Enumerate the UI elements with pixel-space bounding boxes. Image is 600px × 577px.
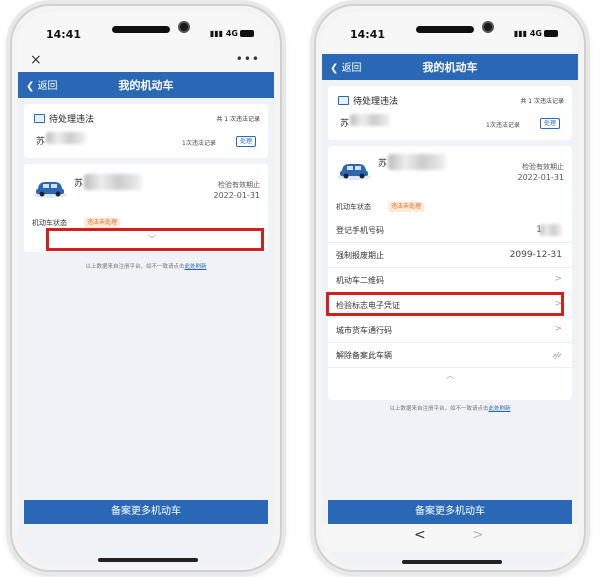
- phone-frame-right: 14:41 ▮▮▮ 4G ❮ 返回 我的机动车 待处理违法 共 1 次违法记录 …: [314, 4, 586, 572]
- phone-frame-left: 14:41 ▮▮▮ 4G × ••• ❮ 返回 我的机动车 待处理违法 共 1 …: [10, 4, 282, 572]
- wechat-title-bar: × •••: [18, 52, 274, 72]
- status-bar: 14:41 ▮▮▮ 4G: [18, 12, 274, 52]
- footnote: 以上数据来自注册平台，如不一致请点击此处刷新: [389, 406, 511, 412]
- camera-icon: [178, 21, 190, 33]
- plate-blur: [388, 154, 446, 170]
- plate-prefix: 苏: [378, 159, 388, 169]
- plate-blur: [46, 132, 86, 144]
- unlink-icon: [552, 351, 562, 360]
- violations-title: 待处理违法: [49, 115, 95, 125]
- plate-prefix: 苏: [74, 179, 84, 189]
- plate-prefix: 苏: [36, 137, 46, 147]
- detail-row-qr-code[interactable]: 机动车二维码 >: [328, 268, 572, 293]
- status-badge: 违法未处理: [388, 202, 425, 212]
- browser-toolbar: < >: [322, 524, 578, 552]
- status-bar: 14:41 ▮▮▮ 4G: [322, 12, 578, 52]
- violations-total: 共 1 次违法记录: [216, 116, 260, 123]
- detail-row-truck-pass[interactable]: 城市货车通行码 >: [328, 318, 572, 343]
- violation-count: 1次违法记录: [486, 122, 520, 129]
- speaker-notch: [416, 26, 474, 33]
- phone-screen: 14:41 ▮▮▮ 4G × ••• ❮ 返回 我的机动车 待处理违法 共 1 …: [18, 12, 274, 564]
- highlight-box: [46, 228, 264, 251]
- inspection-label: 检验有效期止: [218, 181, 260, 189]
- footnote: 以上数据来自注册平台，如不一致请点击此处刷新: [85, 264, 207, 270]
- highlight-box: [326, 292, 564, 316]
- home-indicator: [402, 560, 502, 564]
- violation-count: 1次违法记录: [182, 140, 216, 147]
- status-label: 机动车状态: [336, 203, 371, 211]
- car-icon: [33, 182, 67, 198]
- violations-total: 共 1 次违法记录: [520, 98, 564, 105]
- network-label: 4G: [225, 29, 238, 38]
- inspection-date: 2022-01-31: [213, 191, 261, 200]
- car-icon: [337, 164, 371, 180]
- violations-title: 待处理违法: [353, 97, 399, 107]
- violation-icon: [34, 114, 45, 123]
- toolbar-back-icon[interactable]: <: [414, 527, 426, 543]
- status-badge: 违法未处理: [84, 218, 121, 228]
- nav-bar: ❮ 返回 我的机动车: [322, 54, 578, 80]
- network-label: 4G: [529, 29, 542, 38]
- battery-icon: [544, 30, 558, 37]
- add-vehicle-button[interactable]: 备案更多机动车: [24, 500, 268, 524]
- camera-icon: [482, 21, 494, 33]
- violations-card[interactable]: 待处理违法 共 1 次违法记录 苏 1次违法记录 处理: [24, 104, 268, 158]
- phone-blur: [540, 224, 562, 236]
- signal-icon: ▮▮▮ 4G: [209, 29, 238, 38]
- nav-bar: ❮ 返回 我的机动车: [18, 72, 274, 98]
- inspection-date: 2022-01-31: [517, 173, 565, 182]
- handle-button[interactable]: 处理: [236, 136, 257, 147]
- chevron-up-icon[interactable]: ︿: [446, 370, 454, 381]
- speaker-notch: [112, 26, 170, 33]
- page-title: 我的机动车: [118, 79, 174, 92]
- detail-row-scrap-date: 强制报废期止 2099-12-31: [328, 243, 572, 268]
- status-time: 14:41: [350, 28, 386, 41]
- refresh-link[interactable]: 此处刷新: [185, 264, 207, 270]
- more-icon[interactable]: •••: [236, 52, 260, 66]
- violation-icon: [338, 96, 349, 105]
- add-vehicle-button[interactable]: 备案更多机动车: [328, 500, 572, 524]
- plate-prefix: 苏: [340, 119, 350, 129]
- inspection-label: 检验有效期止: [522, 163, 564, 171]
- plate-blur: [84, 174, 142, 190]
- plate-blur: [350, 114, 390, 126]
- close-icon[interactable]: ×: [30, 52, 42, 68]
- chevron-right-icon: >: [554, 324, 562, 334]
- chevron-right-icon: >: [554, 274, 562, 284]
- signal-icon: ▮▮▮ 4G: [513, 29, 542, 38]
- violations-card[interactable]: 待处理违法 共 1 次违法记录 苏 1次违法记录 处理: [328, 86, 572, 140]
- phone-screen: 14:41 ▮▮▮ 4G ❮ 返回 我的机动车 待处理违法 共 1 次违法记录 …: [322, 12, 578, 564]
- status-time: 14:41: [46, 28, 82, 41]
- detail-row-phone: 登记手机号码 1: [328, 218, 572, 243]
- page-title: 我的机动车: [422, 61, 478, 74]
- refresh-link[interactable]: 此处刷新: [489, 406, 511, 412]
- detail-row-unregister[interactable]: 解除备案此车辆: [328, 343, 572, 368]
- toolbar-forward-icon[interactable]: >: [472, 527, 484, 543]
- battery-icon: [240, 30, 254, 37]
- home-indicator: [98, 558, 198, 562]
- status-label: 机动车状态: [32, 219, 67, 227]
- handle-button[interactable]: 处理: [540, 118, 561, 129]
